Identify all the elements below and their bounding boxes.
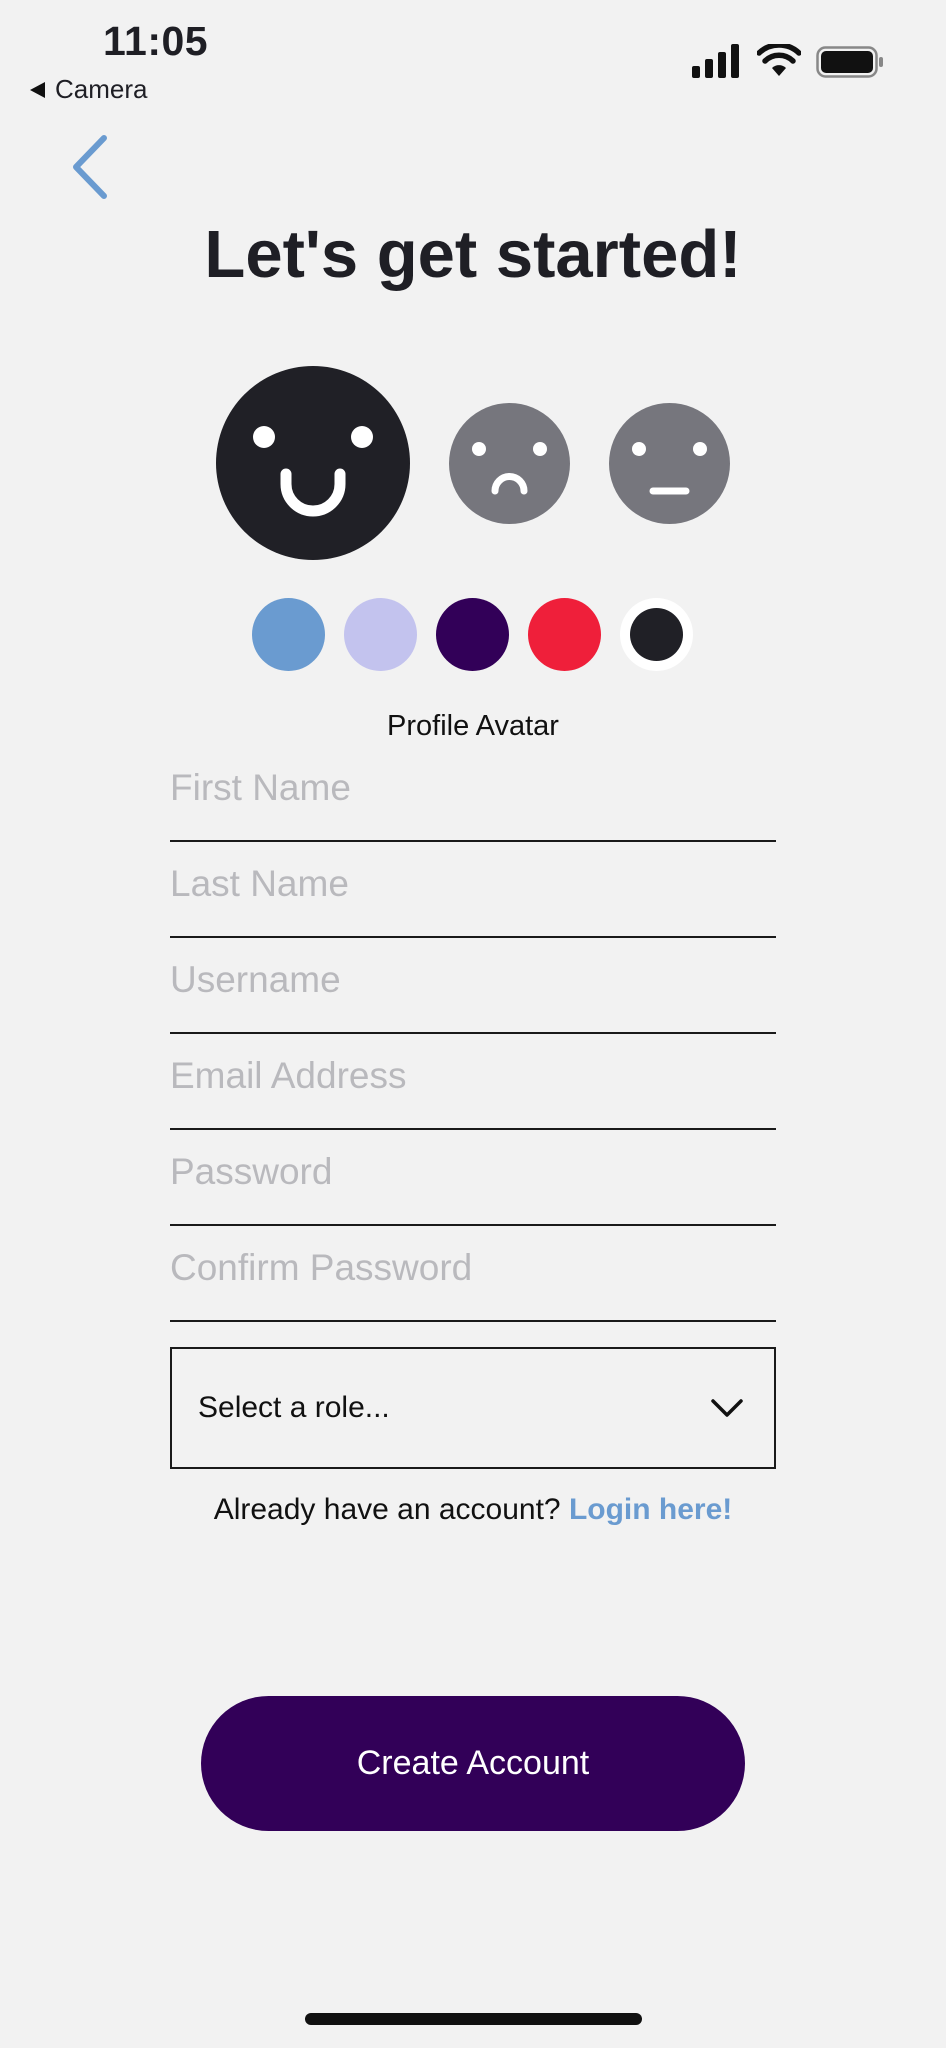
login-prompt-text: Already have an account? [213,1493,561,1526]
color-swatch-red[interactable] [528,598,601,671]
color-swatch-blue[interactable] [252,598,325,671]
back-to-app-link[interactable]: Camera [30,74,147,105]
color-swatch-purple[interactable] [436,598,509,671]
create-account-button[interactable]: Create Account [201,1696,745,1831]
login-prompt: Already have an account? Login here! [0,1493,946,1527]
back-triangle-icon [30,81,45,98]
username-input[interactable] [170,950,776,1010]
email-input[interactable] [170,1046,776,1106]
profile-avatar-label: Profile Avatar [387,710,559,742]
confirm-password-field [170,1228,776,1322]
selected-color-dot [630,608,683,661]
first-name-field [170,748,776,842]
battery-icon [816,46,883,78]
sad-face-icon [472,442,547,495]
back-chevron-icon[interactable] [62,132,118,202]
password-input[interactable] [170,1142,776,1202]
page-title: Let's get started! [204,217,742,292]
first-name-input[interactable] [170,758,776,818]
avatar-neutral-face[interactable] [609,403,730,524]
color-swatch-lavender[interactable] [344,598,417,671]
chevron-down-icon [711,1399,743,1417]
email-field [170,1036,776,1130]
color-swatch-black-selected[interactable] [620,598,693,671]
status-time: 11:05 [103,18,209,64]
wifi-icon [757,44,801,76]
role-select[interactable]: Select a role... [170,1347,776,1469]
login-link[interactable]: Login here! [569,1493,732,1526]
confirm-password-input[interactable] [170,1238,776,1298]
happy-face-icon [253,426,373,517]
home-indicator [305,2013,642,2025]
back-app-label: Camera [55,74,148,104]
last-name-input[interactable] [170,854,776,914]
last-name-field [170,844,776,938]
avatar-happy-face[interactable] [216,366,410,560]
role-select-value: Select a role... [198,1391,390,1424]
neutral-face-icon [632,442,707,495]
username-field [170,940,776,1034]
avatar-sad-face[interactable] [449,403,570,524]
cellular-signal-icon [692,44,739,78]
password-field [170,1132,776,1226]
